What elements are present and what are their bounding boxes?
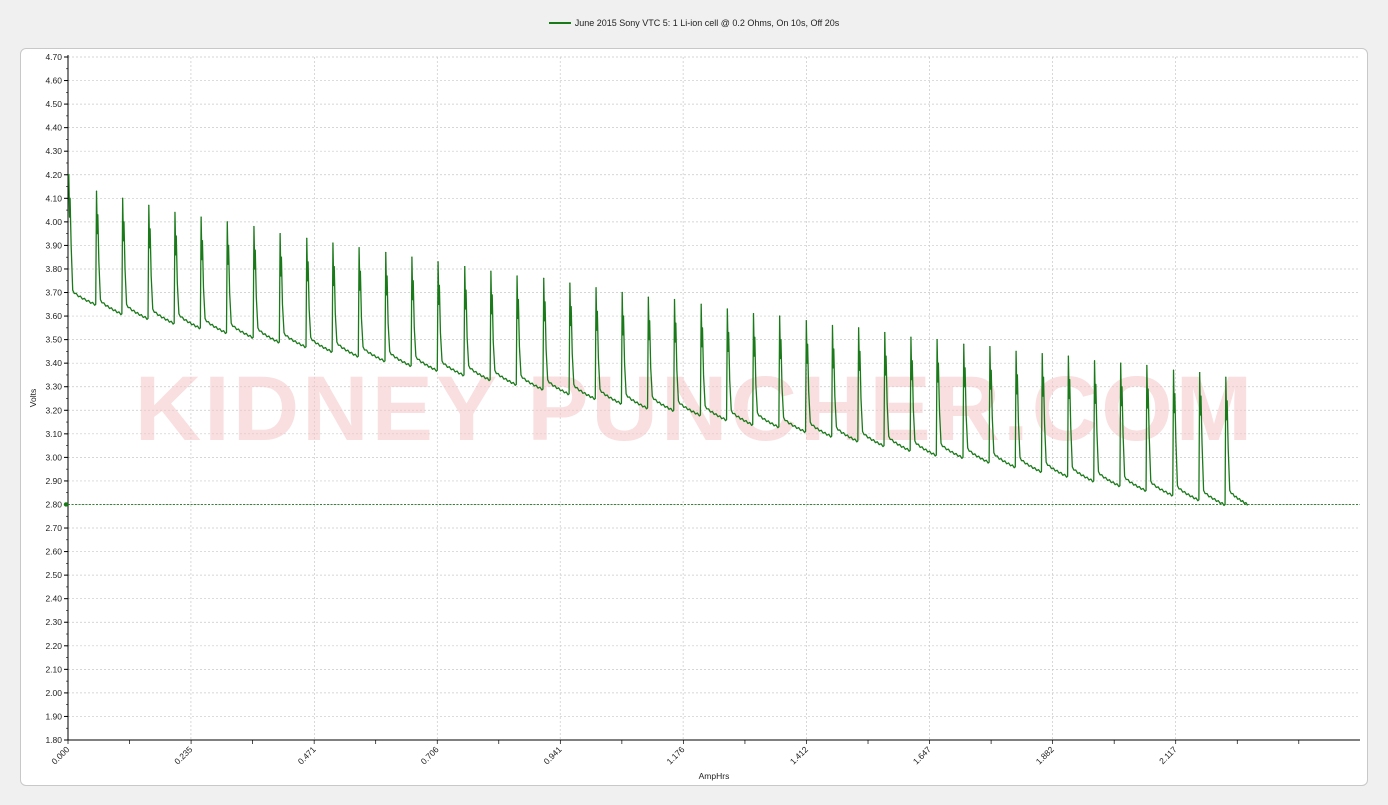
y-tick-label: 4.00 — [45, 217, 62, 227]
pulse-peak-point — [358, 247, 360, 249]
pulse-peak-point — [621, 291, 623, 294]
pulse-peak-point — [95, 190, 98, 192]
pulse-peak-point — [122, 197, 124, 199]
y-tick-label: 1.90 — [45, 711, 62, 721]
pulse-peak-point — [464, 266, 466, 268]
pulse-peak-point — [673, 298, 676, 301]
pulse-peak-point — [1093, 360, 1096, 362]
x-tick-label: 0.000 — [49, 744, 71, 766]
y-tick-label: 3.90 — [45, 240, 62, 250]
pulse-peak-point — [884, 331, 886, 334]
y-tick-label: 2.10 — [45, 664, 62, 674]
y-tick-label: 2.30 — [45, 617, 62, 627]
y-tick-label: 3.20 — [45, 405, 62, 415]
y-tick-label: 2.70 — [45, 523, 62, 533]
pulse-peak-point — [936, 339, 938, 341]
y-tick-label: 3.10 — [45, 429, 62, 439]
y-tick-label: 3.30 — [45, 382, 62, 392]
pulse-peak-point — [148, 204, 150, 206]
pulse-peak-point — [385, 251, 387, 254]
x-tick-label: 0.941 — [542, 744, 564, 766]
watermark: KIDNEY PUNCHER.COM — [135, 358, 1256, 460]
y-axis-title: Volts — [28, 389, 38, 407]
pulse-peak-point — [831, 324, 834, 327]
x-tick-label: 2.117 — [1157, 744, 1179, 766]
pulse-peak-point — [1225, 376, 1227, 378]
pulse-peak-point — [1067, 355, 1069, 357]
x-tick-label: 0.235 — [172, 744, 194, 766]
pulse-peak-point — [68, 174, 70, 176]
pulse-peak-point — [490, 270, 492, 272]
pulse-peak-point — [516, 275, 518, 277]
pulse-peak-point — [1120, 362, 1122, 364]
x-tick-label: 0.706 — [419, 744, 441, 766]
x-tick-label: 1.412 — [788, 744, 810, 766]
chart: KIDNEY PUNCHER.COM 4.70 4.60 4.50 4.40 4.30 4… — [28, 52, 1360, 781]
pulse-peak-point — [200, 216, 202, 218]
pulse-peak-point — [752, 313, 755, 315]
x-axis-title: AmpHrs — [699, 771, 730, 781]
pulse-peak-point — [700, 303, 702, 305]
y-tick-label: 2.00 — [45, 688, 62, 698]
pulse-peak-point — [411, 256, 413, 258]
pulse-peak-point — [543, 277, 545, 279]
y-tick-label: 3.70 — [45, 288, 62, 298]
pulse-peak-point — [726, 308, 728, 310]
x-tick-label: 0.471 — [296, 744, 318, 766]
y-tick-label: 2.20 — [45, 641, 62, 651]
pulse-peak-point — [1172, 369, 1175, 371]
cutoff-marker — [63, 502, 69, 507]
pulse-peak-point — [805, 320, 807, 322]
y-tick-label: 1.80 — [45, 735, 62, 745]
y-tick-label: 4.30 — [45, 146, 62, 156]
pulse-peak-point — [306, 237, 308, 239]
pulse-peak-point — [989, 346, 991, 348]
y-tick-label: 3.80 — [45, 264, 62, 274]
pulse-peak-point — [437, 261, 439, 263]
pulse-peak-point — [779, 315, 781, 317]
x-tick-label: 1.647 — [911, 744, 933, 766]
pulse-peak-point — [1199, 371, 1201, 374]
y-tick-label: 3.50 — [45, 335, 62, 345]
pulse-peak-point — [1041, 353, 1043, 355]
pulse-peak-point — [595, 287, 597, 289]
pulse-peak-point — [910, 336, 912, 338]
pulse-peak-point — [1015, 350, 1017, 352]
y-tick-label: 2.60 — [45, 547, 62, 557]
pulse-peak-point — [569, 282, 571, 284]
pulse-peak-point — [253, 225, 255, 228]
y-tick-label: 4.70 — [45, 52, 62, 62]
pulse-peak-point — [226, 221, 228, 223]
y-tick-label: 2.50 — [45, 570, 62, 580]
y-tick-label: 4.10 — [45, 193, 62, 203]
y-tick-label: 4.60 — [45, 76, 62, 86]
y-tick-label: 4.20 — [45, 170, 62, 180]
y-tick-label: 4.50 — [45, 99, 62, 109]
y-tick-label: 2.80 — [45, 499, 62, 509]
y-tick-label: 3.40 — [45, 358, 62, 368]
pulse-peak-point — [1146, 364, 1148, 367]
pulse-peak-point — [858, 327, 860, 329]
pulse-peak-point — [647, 296, 649, 298]
x-tick-label: 1.176 — [664, 744, 686, 766]
pulse-peak-point — [279, 233, 281, 235]
y-tick-label: 2.40 — [45, 594, 62, 604]
pulse-peak-point — [174, 211, 176, 214]
pulse-peak-point — [963, 343, 965, 345]
y-tick-label: 4.40 — [45, 123, 62, 133]
pulse-peak-point — [332, 242, 334, 244]
y-tick-label: 3.00 — [45, 452, 62, 462]
x-tick-label: 1.882 — [1034, 744, 1056, 766]
y-tick-label: 2.90 — [45, 476, 62, 486]
y-tick-label: 3.60 — [45, 311, 62, 321]
